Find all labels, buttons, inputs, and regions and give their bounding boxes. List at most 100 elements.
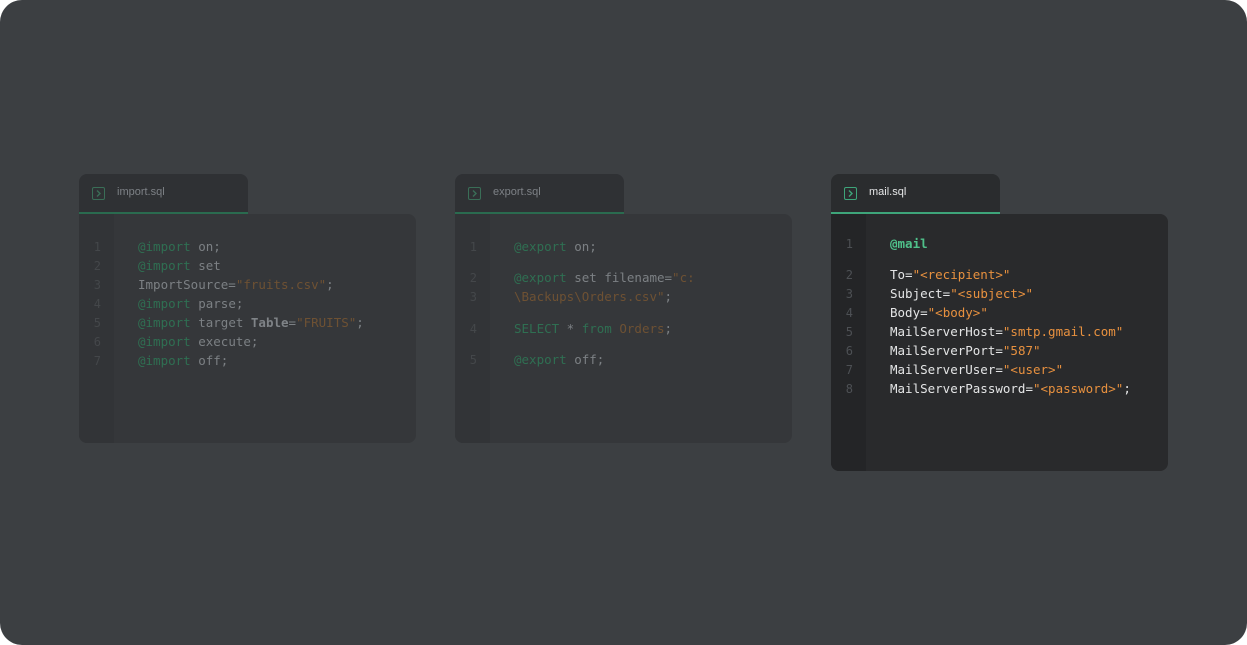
code-token: "c: bbox=[672, 270, 695, 285]
code-line: 2 @export set filename="c: bbox=[455, 269, 792, 288]
code-text: MailServerUser="<user>" bbox=[890, 362, 1063, 377]
code-token: To= bbox=[890, 267, 913, 282]
line-number: 3 bbox=[93, 278, 101, 292]
tab-mail[interactable]: mail.sql bbox=[831, 174, 1000, 214]
line-number: 1 bbox=[469, 240, 477, 254]
code-token: @import bbox=[138, 315, 191, 330]
line-number: 8 bbox=[845, 382, 853, 396]
code-token: ; bbox=[664, 321, 673, 336]
code-line: 5 @export off; bbox=[455, 351, 792, 370]
code-token: @export bbox=[514, 352, 567, 367]
code-token: MailServerPassword= bbox=[890, 381, 1033, 396]
code-token: "<body>" bbox=[927, 305, 988, 320]
code-text: @export on; bbox=[514, 239, 597, 254]
line-number: 6 bbox=[845, 344, 853, 358]
line-number: 4 bbox=[845, 306, 853, 320]
code-token: ; bbox=[326, 277, 334, 292]
code-token: @import bbox=[138, 239, 191, 254]
code-token: ; bbox=[356, 315, 364, 330]
code-line: 3 ImportSource="fruits.csv"; bbox=[79, 276, 416, 295]
code-text: MailServerPort="587" bbox=[890, 343, 1041, 358]
code-token: SELECT bbox=[514, 321, 560, 336]
terminal-icon bbox=[844, 187, 857, 200]
code-token: ImportSource= bbox=[138, 277, 236, 292]
code-text: @import set bbox=[138, 258, 221, 273]
code-token: on; bbox=[566, 239, 597, 254]
code-line: 1 @export on; bbox=[455, 238, 792, 257]
code-text: @import off; bbox=[138, 353, 228, 368]
code-line: 2 @import set bbox=[79, 257, 416, 276]
code-token: "fruits.csv" bbox=[235, 277, 327, 292]
tab-export[interactable]: export.sql bbox=[455, 174, 624, 214]
code-text: MailServerHost="smtp.gmail.com" bbox=[890, 324, 1123, 339]
code-text: SELECT * from Orders; bbox=[514, 321, 672, 336]
code-line: 7 @import off; bbox=[79, 352, 416, 371]
line-number: 7 bbox=[93, 354, 101, 368]
line-number: 5 bbox=[93, 316, 101, 330]
code-token: from bbox=[581, 321, 612, 336]
line-number: 7 bbox=[845, 363, 853, 377]
code-token: \Backups\Orders.csv" bbox=[514, 289, 665, 304]
code-token: @import bbox=[138, 334, 191, 349]
code-token: "<subject>" bbox=[950, 286, 1034, 301]
code-token: "<recipient>" bbox=[912, 267, 1011, 282]
code-token: @import bbox=[138, 353, 191, 368]
code-token: @export bbox=[514, 270, 567, 285]
code-text: @import parse; bbox=[138, 296, 243, 311]
line-number: 3 bbox=[845, 287, 853, 301]
code-text: @export off; bbox=[514, 352, 604, 367]
code-text: To="<recipient>" bbox=[890, 267, 1010, 282]
code-token: MailServerPort= bbox=[890, 343, 1003, 358]
code-token: execute; bbox=[190, 334, 259, 349]
code-token: ; bbox=[1123, 381, 1131, 396]
code-line: 1 @mail bbox=[831, 235, 1168, 254]
code-line: 3 \Backups\Orders.csv"; bbox=[455, 288, 792, 307]
code-text: \Backups\Orders.csv"; bbox=[514, 289, 672, 304]
code-editor[interactable]: 1 @import on; 2 @import set 3 ImportSource=… bbox=[79, 214, 416, 443]
tab-label: export.sql bbox=[493, 186, 541, 198]
code-text: @import execute; bbox=[138, 334, 258, 349]
canvas: import.sql 1 @import on; 2 @import set 3 Im… bbox=[0, 0, 1247, 645]
code-token: parse; bbox=[190, 296, 244, 311]
code-token: MailServerUser= bbox=[890, 362, 1003, 377]
code-token: "FRUITS" bbox=[296, 315, 357, 330]
code-text: @export set filename="c: bbox=[514, 270, 695, 285]
code-editor[interactable]: 1 @mail 2 To="<recipient>" 3 Subject="<subj… bbox=[831, 214, 1168, 471]
line-number: 5 bbox=[469, 353, 477, 367]
code-token: @import bbox=[138, 296, 191, 311]
code-text: Subject="<subject>" bbox=[890, 286, 1033, 301]
code-token: Table bbox=[250, 315, 289, 330]
code-line: 5 MailServerHost="smtp.gmail.com" bbox=[831, 323, 1168, 342]
code-token: "<password>" bbox=[1033, 381, 1124, 396]
code-line: 3 Subject="<subject>" bbox=[831, 285, 1168, 304]
code-token: Body= bbox=[890, 305, 928, 320]
line-number: 5 bbox=[845, 325, 853, 339]
code-token: off; bbox=[566, 352, 605, 367]
code-token: * bbox=[559, 321, 582, 336]
code-text: ImportSource="fruits.csv"; bbox=[138, 277, 334, 292]
code-token: "smtp.gmail.com" bbox=[1002, 324, 1124, 339]
code-line: 4 Body="<body>" bbox=[831, 304, 1168, 323]
line-number: 4 bbox=[469, 322, 477, 336]
code-line: 2 To="<recipient>" bbox=[831, 266, 1168, 285]
code-token: "587" bbox=[1002, 343, 1041, 358]
code-line: 6 @import execute; bbox=[79, 333, 416, 352]
line-number: 1 bbox=[93, 240, 101, 254]
code-token: Orders bbox=[619, 321, 665, 336]
code-token: on; bbox=[190, 239, 221, 254]
tab-import[interactable]: import.sql bbox=[79, 174, 248, 214]
line-number: 2 bbox=[93, 259, 101, 273]
line-number: 3 bbox=[469, 290, 477, 304]
code-text: MailServerPassword="<password>"; bbox=[890, 381, 1131, 396]
code-line: 7 MailServerUser="<user>" bbox=[831, 361, 1168, 380]
tab-label: mail.sql bbox=[869, 186, 907, 198]
code-text: @import on; bbox=[138, 239, 221, 254]
terminal-icon bbox=[92, 187, 105, 200]
code-token: ; bbox=[664, 289, 673, 304]
code-token: = bbox=[288, 315, 297, 330]
code-editor[interactable]: 1 @export on; 2 @export set filename="c: 3… bbox=[455, 214, 792, 443]
code-token: set filename= bbox=[566, 270, 673, 285]
code-token: target bbox=[190, 315, 251, 330]
code-line: 6 MailServerPort="587" bbox=[831, 342, 1168, 361]
code-text: @import target Table="FRUITS"; bbox=[138, 315, 364, 330]
